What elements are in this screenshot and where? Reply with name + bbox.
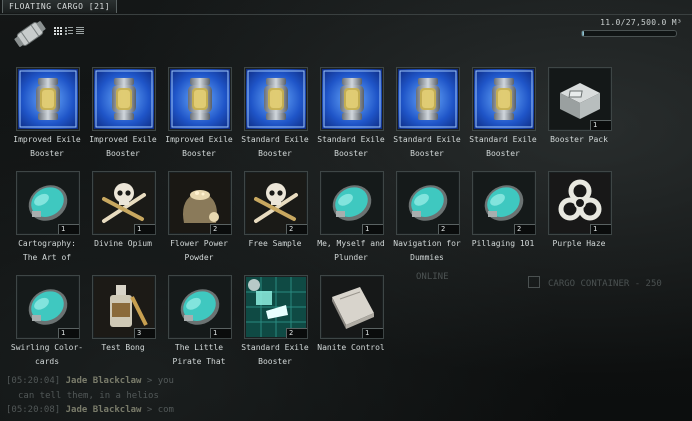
quantity-badge: 1 [362, 224, 383, 234]
datacore-disc-icon[interactable]: 1 [16, 171, 80, 235]
inventory-item[interactable]: 2 Navigation for Dummies [393, 170, 470, 274]
datacore-disc-icon[interactable]: 1 [16, 275, 80, 339]
inventory-item[interactable]: Standard Exile Booster [469, 66, 546, 170]
item-grid: Improved Exile Booster Improved Exile Bo… [11, 66, 622, 378]
item-label: Pillaging 101 [471, 239, 535, 248]
item-label: Improved Exile Booster [13, 135, 81, 158]
inventory-item[interactable]: 2 Free Sample [242, 170, 318, 274]
item-label: Swirling Color-cards [10, 343, 84, 366]
inventory-item[interactable]: Standard Exile Booster [317, 66, 394, 170]
inventory-item[interactable]: 1 Divine Opium [90, 170, 166, 274]
inventory-item[interactable]: Standard Exile Booster [393, 66, 470, 170]
item-label: Nanite Control [317, 343, 385, 352]
chat-line: [05:20:08] Jade Blackclaw > com [6, 405, 174, 415]
quantity-badge: 1 [210, 328, 231, 338]
chat-line: can tell them, in a helios [18, 391, 159, 401]
inventory-item[interactable]: Standard Exile Booster [241, 66, 318, 170]
chat-text: can tell them, in a helios [18, 391, 159, 401]
inventory-item[interactable]: 1 Me, Myself and Plunder [317, 170, 394, 274]
view-mode-buttons [54, 27, 84, 35]
blueprint-icon[interactable]: 2 [244, 275, 308, 339]
item-label: Booster Pack [550, 135, 608, 144]
inventory-item[interactable]: 1 Purple Haze [546, 170, 622, 274]
datacore-disc-icon[interactable]: 2 [472, 171, 536, 235]
item-label: Divine Opium [94, 239, 152, 248]
window-title[interactable]: FLOATING CARGO [21] [2, 0, 118, 13]
quantity-badge: 1 [590, 120, 611, 130]
skull-crossbones-icon[interactable]: 1 [92, 171, 156, 235]
inventory-item[interactable]: 1 The Little Pirate That [166, 274, 242, 378]
item-label: Improved Exile Booster [165, 135, 233, 158]
inventory-item[interactable]: 1 Nanite Control [317, 274, 394, 378]
quantity-badge: 1 [58, 328, 79, 338]
inventory-item[interactable]: 3 Test Bong [90, 274, 166, 378]
booster-capsule-icon[interactable] [472, 67, 536, 131]
booster-capsule-icon[interactable] [320, 67, 384, 131]
item-label: Cartography: The Art of [18, 239, 76, 262]
chat-text: > com [141, 405, 174, 415]
item-label: Standard Exile Booster [241, 135, 309, 158]
cargo-container-icon [14, 21, 46, 47]
quantity-badge: 1 [362, 328, 383, 338]
chat-sender: Jade Blackclaw [65, 405, 142, 415]
inventory-item[interactable]: 2 Flower Power Powder [166, 170, 242, 274]
bottle-icon[interactable]: 3 [92, 275, 156, 339]
details-view-icon[interactable] [65, 27, 73, 35]
booster-capsule-icon[interactable] [92, 67, 156, 131]
item-label: The Little Pirate That [172, 343, 226, 366]
quantity-badge: 2 [286, 328, 307, 338]
capacity-readout: 11.0/27,500.0 M³ [600, 18, 682, 27]
quantity-badge: 3 [134, 328, 155, 338]
quantity-badge: 2 [210, 224, 231, 234]
inventory-item[interactable]: Improved Exile Booster [165, 66, 242, 170]
quantity-badge: 1 [134, 224, 155, 234]
book-icon[interactable]: 1 [320, 275, 384, 339]
list-view-icon[interactable] [76, 27, 84, 35]
item-label: Me, Myself and Plunder [317, 239, 385, 262]
item-label: Standard Exile Booster [317, 135, 385, 158]
item-label: Standard Exile Booster [393, 135, 461, 158]
booster-capsule-icon[interactable] [168, 67, 232, 131]
booster-capsule-icon[interactable] [16, 67, 80, 131]
powder-sack-icon[interactable]: 2 [168, 171, 232, 235]
inventory-item[interactable]: 1 Cartography: The Art of [14, 170, 90, 274]
booster-capsule-icon[interactable] [396, 67, 460, 131]
item-label: Navigation for Dummies [393, 239, 461, 262]
biohazard-icon[interactable]: 1 [548, 171, 612, 235]
item-label: Test Bong [101, 343, 145, 352]
window-titlebar[interactable]: FLOATING CARGO [21] [0, 0, 692, 15]
item-label: Purple Haze [552, 239, 606, 248]
capacity-bar [581, 30, 677, 37]
icons-view-icon[interactable] [54, 27, 62, 35]
item-label: Standard Exile Booster [469, 135, 537, 158]
capacity-bar-fill [582, 31, 584, 36]
chat-time: [05:20:08] [6, 405, 61, 415]
inventory-item[interactable]: 2 Pillaging 101 [470, 170, 546, 274]
inventory-item[interactable]: Improved Exile Booster [13, 66, 90, 170]
quantity-badge: 1 [58, 224, 79, 234]
skull-crossbones-icon[interactable]: 2 [244, 171, 308, 235]
quantity-badge: 2 [438, 224, 459, 234]
quantity-badge: 2 [286, 224, 307, 234]
inventory-item[interactable]: 1 Swirling Color-cards [11, 274, 90, 378]
quantity-badge: 2 [514, 224, 535, 234]
item-label: Standard Exile Booster [241, 343, 309, 366]
datacore-disc-icon[interactable]: 1 [320, 171, 384, 235]
item-label: Improved Exile Booster [89, 135, 157, 158]
datacore-disc-icon[interactable]: 1 [168, 275, 232, 339]
item-label: Free Sample [248, 239, 302, 248]
inventory-item[interactable]: Improved Exile Booster [89, 66, 166, 170]
item-label: Flower Power Powder [170, 239, 228, 262]
quantity-badge: 1 [590, 224, 611, 234]
inventory-item[interactable]: 1 Booster Pack [546, 66, 622, 170]
crate-icon[interactable]: 1 [548, 67, 612, 131]
booster-capsule-icon[interactable] [244, 67, 308, 131]
inventory-item[interactable]: 2 Standard Exile Booster [241, 274, 318, 378]
datacore-disc-icon[interactable]: 2 [396, 171, 460, 235]
